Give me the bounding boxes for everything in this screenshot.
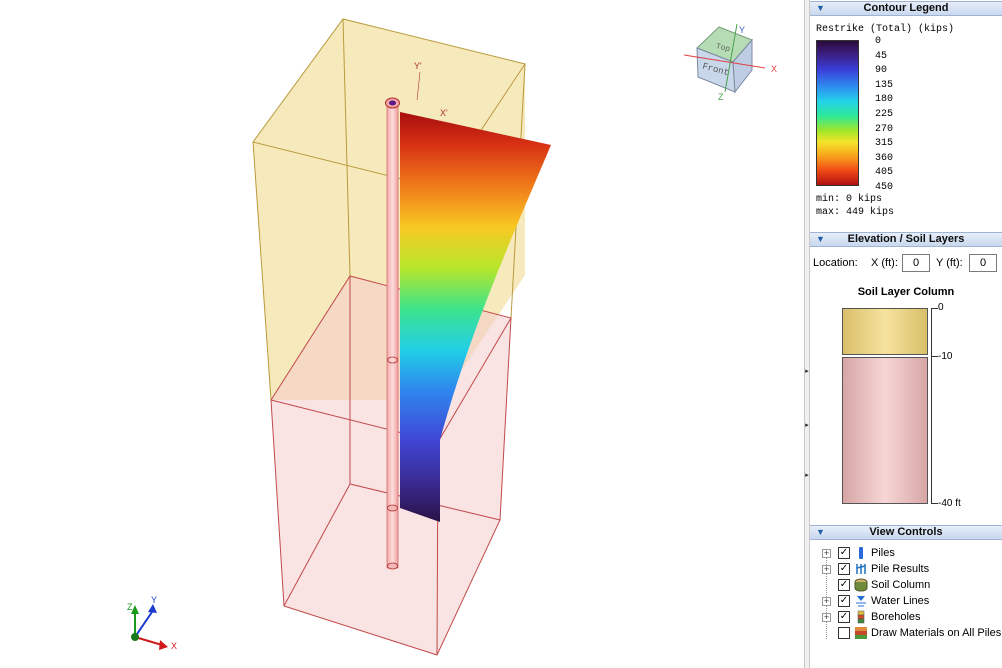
pile-y-axis-label: Y' [414,61,422,71]
tree-item-draw-materials[interactable]: Draw Materials on All Piles [810,626,1002,642]
legend-max: max: 449 kips [816,207,895,218]
soil-tick-mark [931,503,938,504]
collapse-arrow-icon[interactable]: ▸ [805,472,809,480]
elevation-header[interactable]: ▼ Elevation / Soil Layers [810,232,1002,247]
axis-triad: Z Y X [127,595,177,651]
expand-icon[interactable]: + [822,597,831,606]
materials-icon [855,627,867,639]
x-ft-label: X (ft): [871,257,898,269]
legend-tick-label: 315 [875,138,894,150]
tree-label-water-lines: Water Lines [871,595,930,607]
expand-icon[interactable]: + [822,549,831,558]
chevron-down-icon[interactable]: ▼ [816,526,825,539]
3d-viewport[interactable]: Y' X' Top Front X Y Z Z Y X [0,0,804,668]
soil-layer-top[interactable] [842,308,928,355]
soil-tick-0: 0 [938,302,944,313]
view-controls-header[interactable]: ▼ View Controls [810,525,1002,540]
pile-results-checkbox[interactable]: ✓ [838,563,850,575]
expand-icon[interactable]: + [822,565,831,574]
elevation-title: Elevation / Soil Layers [847,233,965,245]
soil-depth-axis [931,308,932,504]
legend-tick-label: 360 [875,152,894,164]
draw-materials-checkbox[interactable] [838,627,850,639]
y-ft-label: Y (ft): [936,257,963,269]
triad-x-label: X [171,641,177,651]
triad-z-label: Z [127,602,133,612]
piles-checkbox[interactable]: ✓ [838,547,850,559]
legend-tick-label: 90 [875,65,888,77]
legend-tick-label: 0 [875,36,882,47]
3d-scene[interactable]: Y' X' Top Front X Y Z Z Y X [0,0,804,668]
soil-tick-mark [931,308,938,309]
soil-column-icon [854,578,868,592]
pile[interactable] [385,97,400,570]
water-lines-icon [856,596,866,607]
tree-item-piles[interactable]: + ✓ Piles [810,546,1002,562]
tree-item-soil-column[interactable]: ✓ Soil Column [810,578,1002,594]
collapse-arrow-icon[interactable]: ▸ [805,368,809,376]
triad-y-label: Y [151,595,157,605]
soil-layer-column-title: Soil Layer Column [857,286,955,298]
tree-item-pile-results[interactable]: + ✓ Pile Results [810,562,1002,578]
view-controls-title: View Controls [869,526,943,538]
tree-label-draw-materials: Draw Materials on All Piles [871,627,1002,639]
tree-label-boreholes: Boreholes [871,611,921,623]
legend-color-bar [816,40,859,186]
expand-icon[interactable]: + [822,613,831,622]
chevron-down-icon[interactable]: ▼ [816,2,825,15]
soil-tick-mark [931,356,938,357]
boreholes-icon [857,610,865,624]
legend-tick-label: 225 [875,109,894,120]
chevron-down-icon[interactable]: ▼ [816,233,825,246]
tree-label-soil-column: Soil Column [871,579,931,591]
soil-tick-10: -10 [938,351,953,362]
tree-label-piles: Piles [871,547,895,559]
boreholes-checkbox[interactable]: ✓ [838,611,850,623]
tree-item-boreholes[interactable]: + ✓ Boreholes [810,610,1002,626]
legend-tick-label: 405 [875,167,894,179]
soil-tick-40: -40 ft [938,498,961,509]
pile-results-icon [856,564,866,574]
side-panel: ▼ Contour Legend Restrike (Total) (kips)… [810,0,1002,668]
legend-min: min: 0 kips [816,194,883,205]
pile-x-axis-label: X' [440,108,448,118]
soil-column-checkbox[interactable]: ✓ [838,579,850,591]
legend-tick-label: 450 [875,182,894,193]
contour-legend-header[interactable]: ▼ Contour Legend [810,1,1002,16]
tree-label-pile-results: Pile Results [871,563,930,575]
x-ft-input[interactable]: 0 [902,254,930,272]
contour-legend-title: Contour Legend [863,2,949,14]
cube-z-label: Z [718,92,724,102]
legend-tick-label: 270 [875,123,894,135]
legend-tick-label: 45 [875,50,888,62]
cube-x-label: X [771,64,777,74]
location-row: Location: X (ft): 0 Y (ft): 0 [810,254,1002,274]
water-lines-checkbox[interactable]: ✓ [838,595,850,607]
legend-tick-label: 180 [875,94,894,106]
view-cube[interactable]: Top Front X Y Z [683,23,777,102]
soil-layer-bottom[interactable] [842,357,928,504]
pile-icon [859,547,863,559]
cube-y-label: Y [739,25,745,35]
location-label: Location: [813,257,858,269]
legend-quantity-title: Restrike (Total) (kips) [816,24,955,35]
tree-item-water-lines[interactable]: + ✓ Water Lines [810,594,1002,610]
legend-tick-label: 135 [875,79,894,91]
collapse-arrow-icon[interactable]: ▸ [805,422,809,430]
y-ft-input[interactable]: 0 [969,254,997,272]
